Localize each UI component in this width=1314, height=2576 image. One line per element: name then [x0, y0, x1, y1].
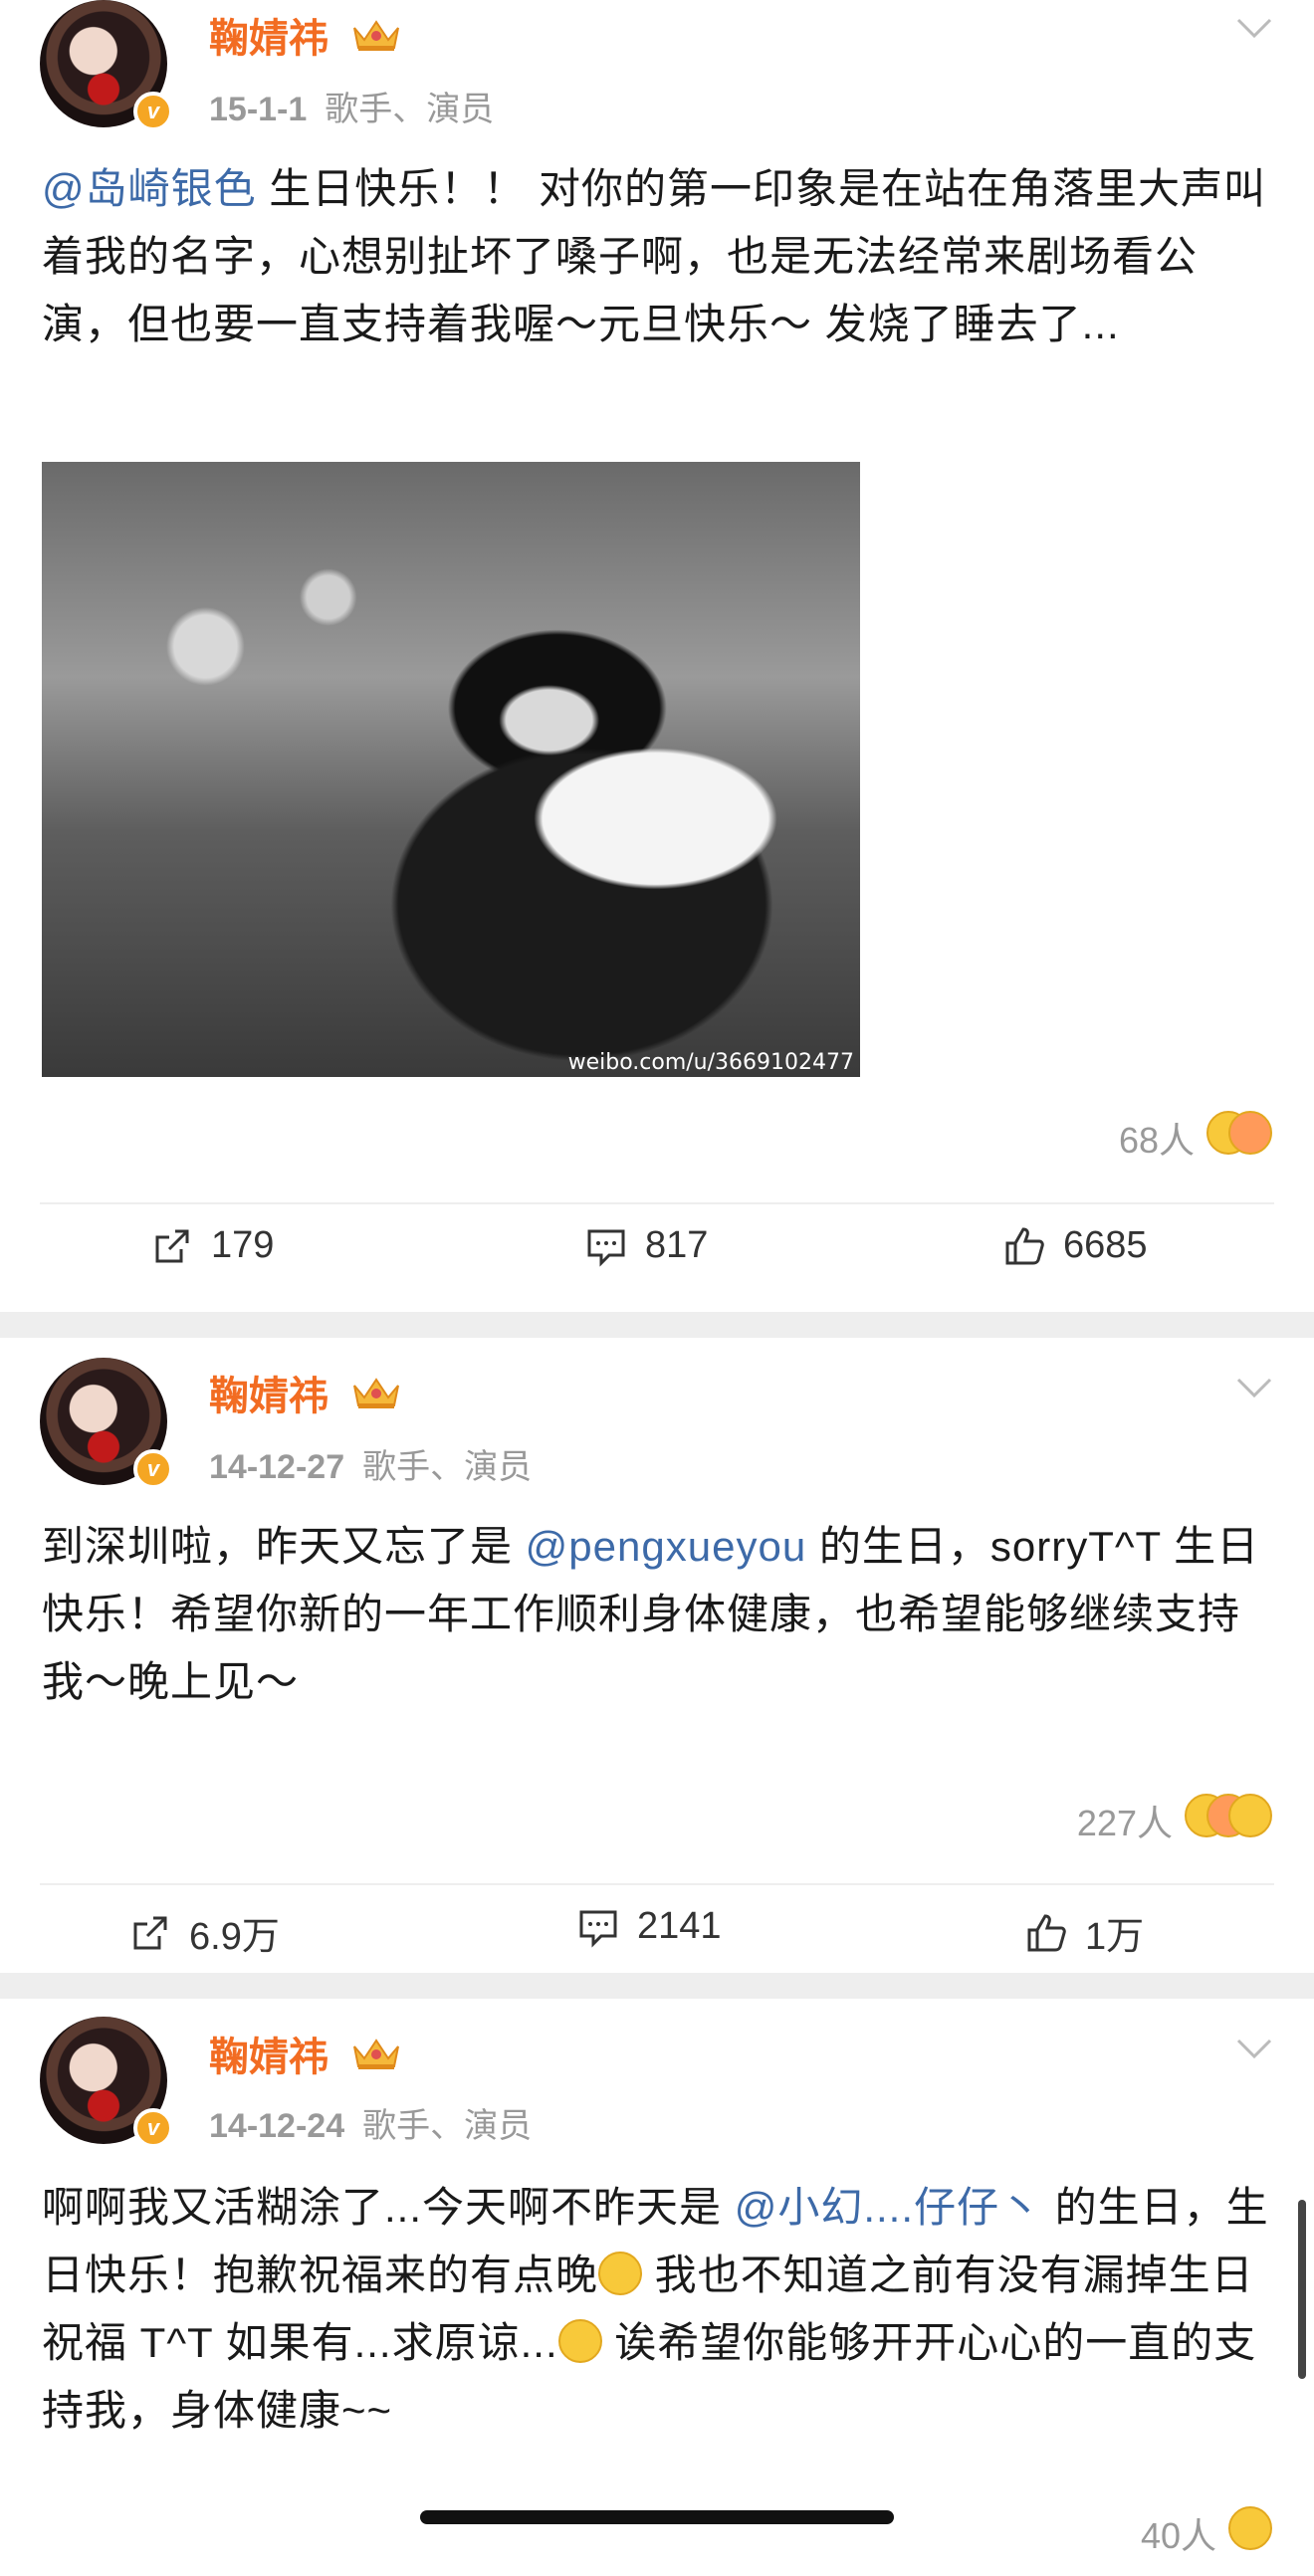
chevron-down-icon[interactable] — [1234, 2037, 1274, 2060]
post-separator — [0, 1973, 1314, 1999]
avatar[interactable]: v — [40, 1358, 173, 1489]
repost-count: 6.9万 — [189, 1916, 280, 1958]
home-indicator[interactable] — [420, 2510, 894, 2524]
post-meta: 14-12-27 歌手、演员 — [209, 1439, 532, 1488]
scrollbar[interactable] — [1298, 2200, 1306, 2379]
crown-icon — [353, 20, 399, 51]
comment-icon — [579, 1910, 617, 1948]
like-icon — [1005, 1226, 1044, 1264]
repost-count: 179 — [211, 1224, 275, 1266]
reaction-count: 40人 — [1140, 2514, 1216, 2556]
post-date: 14-12-24 — [209, 2107, 345, 2145]
verified-badge-icon: v — [133, 2108, 173, 2148]
emoji-icon — [598, 2252, 643, 2295]
post-date: 15-1-1 — [209, 91, 308, 128]
reaction-count: 68人 — [1118, 1119, 1195, 1161]
action-bar: 6.9万 2141 1万 — [0, 1905, 1314, 1965]
weibo-post: v 鞠婧祎 14-12-24 歌手、演员 啊啊我又活糊涂了...今天啊不昨天是 @… — [0, 1999, 1314, 2576]
emoji-icon — [1185, 1794, 1272, 1846]
repost-icon — [133, 1916, 167, 1949]
mention-link[interactable]: @岛崎银色 — [42, 165, 257, 212]
like-count: 1万 — [1085, 1916, 1145, 1958]
crown-icon — [353, 2039, 399, 2069]
crown-icon — [353, 1378, 399, 1408]
emoji-icon — [1206, 1111, 1272, 1164]
like-button[interactable]: 1万 — [1025, 1905, 1144, 1960]
username[interactable]: 鞠婧祎 — [209, 1364, 328, 1421]
avatar[interactable]: v — [40, 0, 173, 131]
user-tags: 歌手、演员 — [325, 91, 495, 128]
mention-link[interactable]: @pengxueyou — [526, 1523, 807, 1570]
action-bar: 179 817 6685 — [0, 1224, 1314, 1284]
post-date: 14-12-27 — [209, 1448, 345, 1486]
divider — [40, 1883, 1274, 1885]
post-content: @岛崎银色 生日快乐！！ 对你的第一印象是在站在角落里大声叫着我的名字，心想别扯… — [42, 155, 1276, 358]
comment-button[interactable]: 817 — [585, 1224, 708, 1267]
chevron-down-icon[interactable] — [1234, 1376, 1274, 1399]
username[interactable]: 鞠婧祎 — [209, 6, 328, 64]
post-image[interactable]: weibo.com/u/3669102477 — [42, 462, 860, 1077]
post-text: 到深圳啦，昨天又忘了是 — [42, 1523, 526, 1570]
weibo-post: v 鞠婧祎 15-1-1 歌手、演员 @岛崎银色 生日快乐！！ 对你的第一印象是在… — [0, 0, 1314, 1312]
comment-icon — [587, 1229, 625, 1267]
reaction-summary[interactable]: 40人 — [1141, 2506, 1272, 2559]
post-meta: 14-12-24 歌手、演员 — [209, 2098, 532, 2147]
emoji-icon — [557, 2319, 602, 2363]
verified-badge-icon: v — [133, 1449, 173, 1489]
post-text: 啊啊我又活糊涂了...今天啊不昨天是 — [42, 2184, 735, 2231]
post-content: 啊啊我又活糊涂了...今天啊不昨天是 @小幻....仔仔丶 的生日，生日快乐！抱… — [42, 2174, 1276, 2445]
repost-button[interactable]: 179 — [151, 1224, 274, 1267]
like-icon — [1027, 1913, 1066, 1951]
avatar[interactable]: v — [40, 2017, 173, 2148]
chevron-down-icon[interactable] — [1234, 16, 1274, 40]
repost-button[interactable]: 6.9万 — [129, 1905, 280, 1960]
post-content: 到深圳啦，昨天又忘了是 @pengxueyou 的生日，sorryT^T 生日快… — [42, 1513, 1276, 1716]
reaction-summary[interactable]: 227人 — [1077, 1794, 1272, 1846]
post-meta: 15-1-1 歌手、演员 — [209, 82, 494, 130]
comment-count: 817 — [645, 1224, 709, 1266]
user-tags: 歌手、演员 — [362, 1448, 533, 1486]
username[interactable]: 鞠婧祎 — [209, 2025, 328, 2082]
user-tags: 歌手、演员 — [362, 2107, 533, 2145]
post-separator — [0, 1312, 1314, 1338]
reaction-summary[interactable]: 68人 — [1119, 1111, 1272, 1164]
comment-count: 2141 — [637, 1905, 722, 1947]
like-button[interactable]: 6685 — [1003, 1224, 1148, 1267]
divider — [40, 1202, 1274, 1204]
like-count: 6685 — [1063, 1224, 1148, 1266]
reaction-count: 227人 — [1076, 1802, 1173, 1843]
image-watermark: weibo.com/u/3669102477 — [567, 1050, 854, 1075]
emoji-icon — [1228, 2506, 1272, 2559]
comment-button[interactable]: 2141 — [577, 1905, 722, 1948]
mention-link[interactable]: @小幻....仔仔丶 — [735, 2184, 1042, 2231]
verified-badge-icon: v — [133, 92, 173, 131]
repost-icon — [155, 1229, 189, 1262]
weibo-post: v 鞠婧祎 14-12-27 歌手、演员 到深圳啦，昨天又忘了是 @pengxue… — [0, 1338, 1314, 1973]
